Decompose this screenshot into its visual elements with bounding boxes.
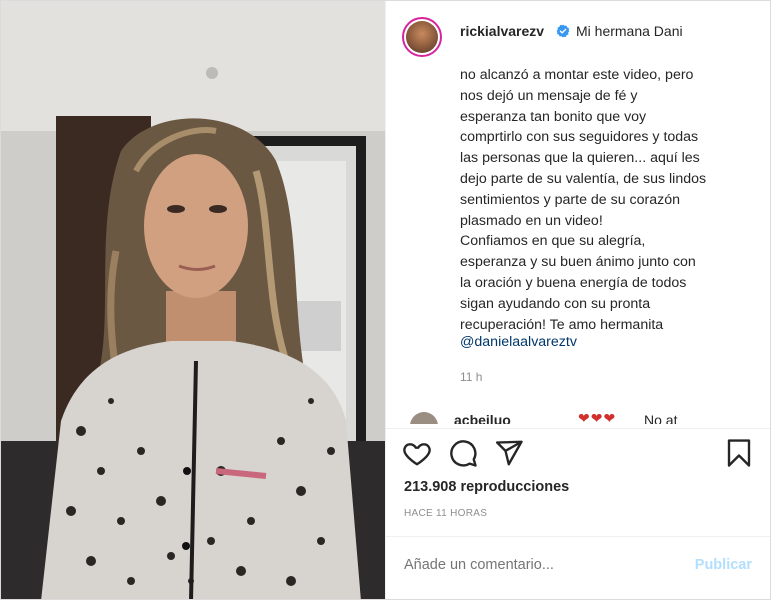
post-modal: rickialvarezv Mi hermana Dani no alcanzó… [0,0,771,600]
paper-plane-icon[interactable] [494,438,526,470]
comment-bubble-icon[interactable] [448,438,480,470]
video-player[interactable] [1,1,385,599]
action-bar [386,432,770,476]
divider [386,536,770,537]
commenter-avatar[interactable] [410,412,438,424]
view-count[interactable]: 213.908 reproducciones [404,479,569,495]
bookmark-icon[interactable] [724,438,756,470]
caption-first-line: Mi hermana Dani [576,23,683,39]
post-caption: no alcanzó a montar este video, pero nos… [460,67,707,333]
post-sidebar: rickialvarezv Mi hermana Dani no alcanzó… [385,1,770,599]
comment-preview: acbeiluo ❤❤❤ No at [406,408,756,424]
post-relative-time[interactable]: 11 h [460,370,482,384]
post-timestamp: HACE 11 HORAS [404,508,488,519]
author-avatar-image [406,21,438,53]
verified-badge-icon [556,24,570,38]
divider [386,428,770,429]
publish-comment-button[interactable]: Publicar [695,557,752,573]
author-avatar[interactable] [402,17,442,57]
comment-text: No at [644,412,678,424]
commenter-username[interactable]: acbeiluo [454,412,511,424]
heart-icon[interactable] [402,438,434,470]
caption-mention-link[interactable]: @danielaalvareztv [460,334,577,350]
comment-hearts: ❤❤❤ [578,410,617,424]
comment-input[interactable] [404,557,674,573]
author-username[interactable]: rickialvarezv [460,23,544,39]
video-frame-illustration [1,1,385,599]
